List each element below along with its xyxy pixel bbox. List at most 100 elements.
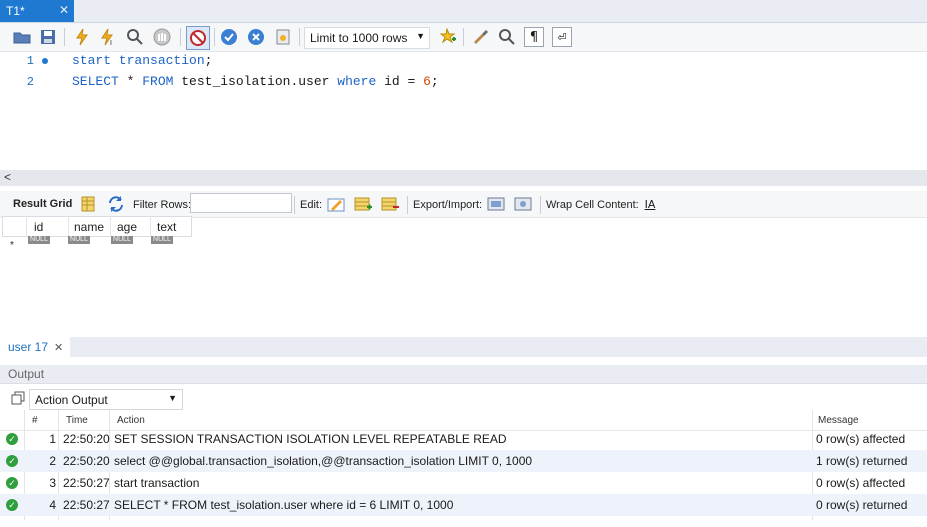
rollback-icon[interactable] (246, 27, 266, 47)
row-action: select @@global.transaction_isolation,@@… (114, 454, 533, 468)
row-action: start transaction (114, 476, 200, 490)
column-header-age[interactable]: age (117, 220, 137, 234)
output-title: Output (8, 367, 45, 381)
copy-icon[interactable] (8, 388, 28, 408)
result-grid-tab[interactable]: Result Grid (13, 198, 72, 210)
row-time: 22:50:27 (63, 498, 110, 512)
code-line-1[interactable]: start transaction; (72, 53, 212, 68)
wrap-cell-icon[interactable]: IA (640, 194, 660, 214)
refresh-icon[interactable] (106, 194, 126, 214)
success-icon: ✓ (6, 455, 18, 467)
toolbar-separator (463, 28, 464, 46)
code-text: ; (430, 74, 439, 89)
null-cell-age[interactable]: NULL (111, 236, 133, 244)
grid-divider (110, 216, 111, 237)
line-number: 2 (26, 75, 34, 89)
tab-close-icon[interactable]: ✕ (59, 3, 69, 17)
brush-icon[interactable] (470, 27, 490, 47)
toolbar-separator (64, 28, 65, 46)
edit-row-icon[interactable] (326, 194, 346, 214)
col-header-time[interactable]: Time (66, 415, 88, 426)
row-message: 0 row(s) affected (816, 476, 906, 490)
column-header-name[interactable]: name (74, 220, 104, 234)
open-folder-icon[interactable] (12, 27, 32, 47)
query-tab-bar (0, 0, 927, 23)
toggle-autocommit-icon[interactable] (186, 26, 210, 50)
commit-icon[interactable] (219, 27, 239, 47)
new-row-marker: * (10, 240, 14, 251)
grid-divider (68, 216, 69, 237)
line-number: 1 (26, 54, 34, 68)
toolbar-separator (540, 196, 541, 214)
grid-divider (150, 216, 151, 237)
null-cell-text[interactable]: NULL (151, 236, 173, 244)
row-message: 1 row(s) returned (816, 454, 908, 468)
explain-icon[interactable] (125, 27, 145, 47)
row-action: SET SESSION TRANSACTION ISOLATION LEVEL … (114, 432, 507, 446)
code-keyword: SELECT (72, 74, 119, 89)
find-icon[interactable] (497, 27, 517, 47)
scroll-left-icon[interactable]: < (4, 170, 11, 184)
toolbar-separator (299, 28, 300, 46)
chevron-down-icon: ▼ (168, 393, 177, 403)
output-type-value: Action Output (35, 393, 108, 407)
result-grid-toolbar: Result Grid Filter Rows: Edit: Export/Im… (0, 191, 927, 218)
execute-current-icon[interactable]: I (98, 27, 118, 47)
col-header-message[interactable]: Message (818, 415, 859, 426)
row-number: 3 (49, 476, 56, 490)
bookmark-icon[interactable] (438, 27, 458, 47)
limit-rows-value: Limit to 1000 rows (310, 31, 408, 45)
tab-t1-label: T1* (6, 4, 25, 18)
col-header-action[interactable]: Action (117, 415, 145, 426)
toolbar-separator (180, 28, 181, 46)
tab-user-label: user 17 (8, 340, 49, 354)
grid-divider (26, 216, 27, 237)
wrap-icon[interactable]: ⏎ (552, 27, 572, 47)
success-icon: ✓ (6, 499, 18, 511)
beautify-icon[interactable] (273, 27, 293, 47)
row-number: 2 (49, 454, 56, 468)
edit-label: Edit: (300, 199, 323, 211)
row-number: 4 (49, 498, 56, 512)
insert-row-icon[interactable] (353, 194, 373, 214)
tab-user-result[interactable]: user 17 ✕ (0, 337, 70, 357)
export-icon[interactable] (486, 194, 506, 214)
chevron-down-icon: ▼ (416, 31, 425, 41)
output-row[interactable]: ✓ 4 22:50:27 SELECT * FROM test_isolatio… (0, 494, 927, 516)
save-icon[interactable] (38, 27, 58, 47)
export-import-label: Export/Import: (413, 199, 483, 211)
output-row[interactable]: ✓ 3 22:50:27 start transaction 0 row(s) … (0, 472, 927, 494)
code-text: id = (376, 74, 424, 89)
code-line-2[interactable]: SELECT * FROM test_isolation.user where … (72, 74, 439, 89)
null-cell-name[interactable]: NULL (68, 236, 90, 244)
output-row[interactable]: ✓ 1 22:50:20 SET SESSION TRANSACTION ISO… (0, 428, 927, 450)
toolbar-separator (214, 28, 215, 46)
tab-t1[interactable]: T1* ✕ (0, 0, 74, 22)
sql-editor[interactable] (0, 52, 927, 170)
code-keyword: where (337, 74, 377, 89)
editor-horizontal-scrollbar[interactable]: < (0, 170, 927, 186)
editor-toolbar: I ¶ ⏎ (0, 23, 927, 52)
column-header-text[interactable]: text (157, 220, 176, 234)
output-row[interactable]: ✓ 2 22:50:20 select @@global.transaction… (0, 450, 927, 472)
import-icon[interactable] (513, 194, 533, 214)
tab-close-icon[interactable]: ✕ (54, 341, 63, 354)
stop-icon[interactable] (152, 27, 172, 47)
col-header-num[interactable]: # (32, 415, 38, 426)
filter-rows-input[interactable] (190, 193, 292, 213)
null-cell-id[interactable]: NULL (28, 236, 50, 244)
delete-row-icon[interactable] (380, 194, 400, 214)
success-icon: ✓ (6, 477, 18, 489)
output-type-select[interactable]: Action Output ▼ (29, 389, 183, 410)
result-tab-bar (0, 337, 927, 357)
code-text: * (118, 74, 143, 89)
row-action: SELECT * FROM test_isolation.user where … (114, 498, 454, 512)
filter-rows-label: Filter Rows: (133, 199, 192, 211)
row-message: 0 row(s) returned (816, 498, 908, 512)
grid-view-icon[interactable] (78, 194, 98, 214)
success-icon: ✓ (6, 433, 18, 445)
invisible-chars-icon[interactable]: ¶ (524, 27, 544, 47)
column-header-id[interactable]: id (34, 220, 43, 234)
limit-rows-select[interactable]: Limit to 1000 rows ▼ (304, 27, 430, 49)
execute-icon[interactable] (72, 27, 92, 47)
